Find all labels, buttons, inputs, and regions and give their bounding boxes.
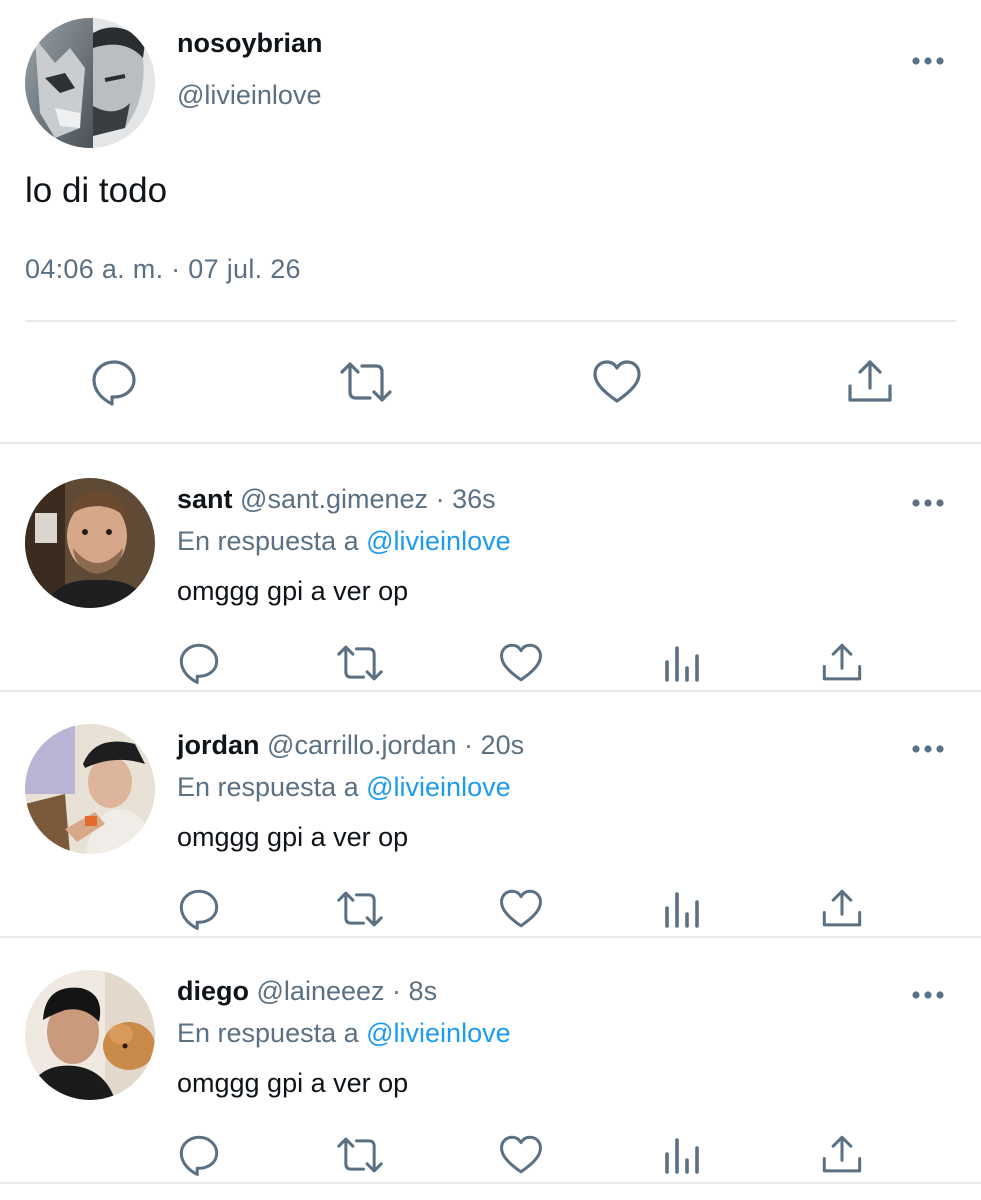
avatar[interactable] xyxy=(25,970,155,1100)
like-icon[interactable] xyxy=(498,1132,544,1178)
like-icon[interactable] xyxy=(591,356,643,408)
separator-dot: · xyxy=(392,976,402,1006)
display-name[interactable]: diego xyxy=(177,976,249,1006)
tweet-text: omggg gpi a ver op xyxy=(177,822,409,852)
tweet-text: omggg gpi a ver op xyxy=(177,1068,409,1098)
replying-to: En respuesta a @livieinlove xyxy=(177,772,511,803)
separator-dot: · xyxy=(435,484,445,514)
reply-header: sant @sant.gimenez · 36s xyxy=(177,484,496,515)
divider xyxy=(25,320,956,322)
more-options-icon[interactable] xyxy=(908,980,948,1010)
replying-to: En respuesta a @livieinlove xyxy=(177,526,511,557)
reply-tweet[interactable]: jordan @carrillo.jordan · 20s En respues… xyxy=(0,690,981,938)
like-icon[interactable] xyxy=(498,640,544,686)
user-handle[interactable]: @carrillo.jordan xyxy=(267,730,456,760)
avatar[interactable] xyxy=(25,478,155,608)
reply-icon[interactable] xyxy=(88,356,140,408)
main-tweet: nosoybrian @livieinlove lo di todo 04:06… xyxy=(0,0,981,444)
tweet-text: omggg gpi a ver op xyxy=(177,576,409,606)
user-handle[interactable]: @livieinlove xyxy=(177,80,321,111)
replying-to-label: En respuesta a xyxy=(177,1018,359,1048)
more-options-icon[interactable] xyxy=(908,46,948,76)
retweet-icon[interactable] xyxy=(335,1132,383,1178)
relative-time[interactable]: 20s xyxy=(481,730,525,760)
reply-icon[interactable] xyxy=(176,640,222,686)
reply-icon[interactable] xyxy=(176,886,222,932)
reply-tweet[interactable]: sant @sant.gimenez · 36s En respuesta a … xyxy=(0,444,981,692)
reply-header: jordan @carrillo.jordan · 20s xyxy=(177,730,524,761)
retweet-icon[interactable] xyxy=(335,886,383,932)
display-name[interactable]: sant xyxy=(177,484,233,514)
analytics-icon[interactable] xyxy=(659,886,705,932)
relative-time[interactable]: 8s xyxy=(409,976,438,1006)
more-options-icon[interactable] xyxy=(908,488,948,518)
reply-icon[interactable] xyxy=(176,1132,222,1178)
avatar[interactable] xyxy=(25,18,155,148)
more-options-icon[interactable] xyxy=(908,734,948,764)
user-handle[interactable]: @sant.gimenez xyxy=(240,484,428,514)
reply-header: diego @laineeez · 8s xyxy=(177,976,437,1007)
reply-tweet[interactable]: diego @laineeez · 8s En respuesta a @liv… xyxy=(0,936,981,1184)
retweet-icon[interactable] xyxy=(338,356,392,408)
mention-link[interactable]: @livieinlove xyxy=(366,526,510,556)
relative-time[interactable]: 36s xyxy=(452,484,496,514)
share-icon[interactable] xyxy=(819,886,865,932)
tweet-timestamp[interactable]: 04:06 a. m. · 07 jul. 26 xyxy=(25,254,301,285)
mention-link[interactable]: @livieinlove xyxy=(366,772,510,802)
display-name[interactable]: nosoybrian xyxy=(177,28,323,59)
analytics-icon[interactable] xyxy=(659,1132,705,1178)
tweet-text: lo di todo xyxy=(25,171,168,210)
retweet-icon[interactable] xyxy=(335,640,383,686)
replying-to-label: En respuesta a xyxy=(177,526,359,556)
share-icon[interactable] xyxy=(844,356,896,408)
replying-to: En respuesta a @livieinlove xyxy=(177,1018,511,1049)
like-icon[interactable] xyxy=(498,886,544,932)
tweet-thread-page: nosoybrian @livieinlove lo di todo 04:06… xyxy=(0,0,981,1200)
display-name[interactable]: jordan xyxy=(177,730,260,760)
replying-to-label: En respuesta a xyxy=(177,772,359,802)
separator-dot: · xyxy=(464,730,474,760)
share-icon[interactable] xyxy=(819,1132,865,1178)
avatar[interactable] xyxy=(25,724,155,854)
share-icon[interactable] xyxy=(819,640,865,686)
user-handle[interactable]: @laineeez xyxy=(257,976,385,1006)
mention-link[interactable]: @livieinlove xyxy=(366,1018,510,1048)
analytics-icon[interactable] xyxy=(659,640,705,686)
